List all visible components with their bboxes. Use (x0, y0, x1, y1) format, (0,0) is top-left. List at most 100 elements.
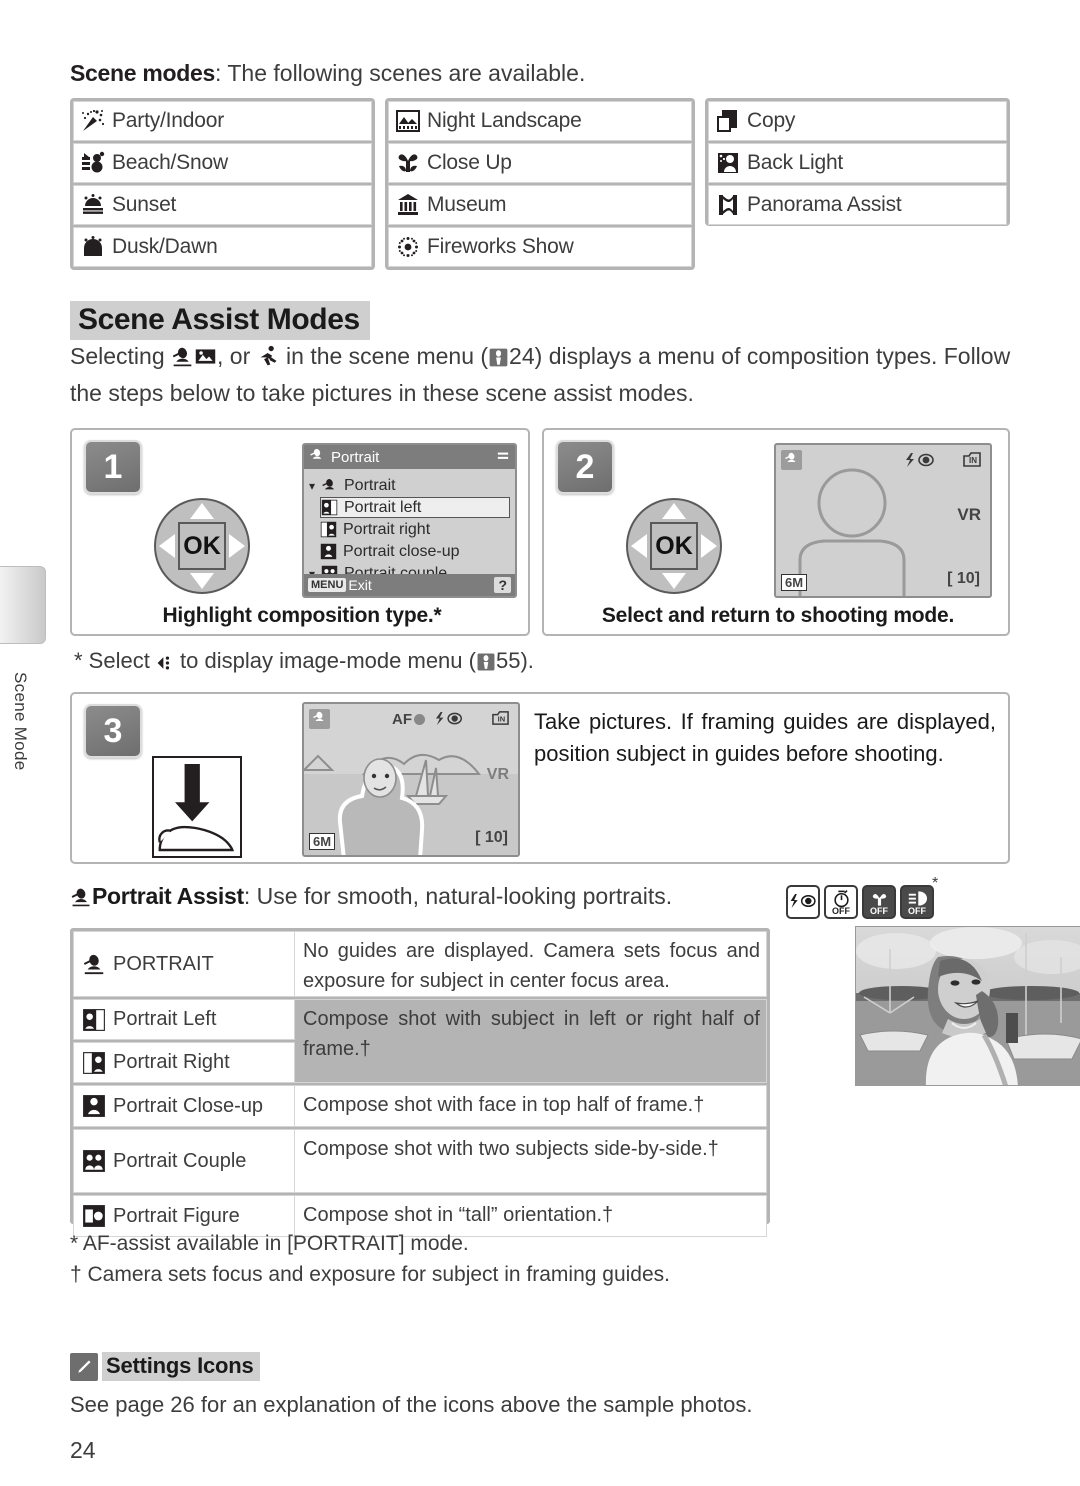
image-size-indicator: 6M (781, 574, 808, 591)
flash-redeye-icon (434, 711, 466, 729)
scene-mode-label: Back Light (747, 151, 844, 174)
ok-button[interactable]: OK (650, 522, 698, 570)
self-timer-state: OFF (832, 906, 850, 916)
lcd-menu-title-bar: Portrait (304, 445, 515, 469)
portrait-assist-heading-rest: : Use for smooth, natural-looking portra… (243, 883, 673, 909)
pencil-icon (70, 1352, 98, 1381)
page-content: Scene modes: The following scenes are av… (70, 0, 1080, 1486)
multi-selector-control[interactable]: OK (626, 498, 722, 594)
af-assist-state: OFF (908, 906, 926, 916)
help-button[interactable]: ? (494, 577, 511, 593)
lcd-menu-footer: MENU Exit ? (304, 574, 515, 596)
multi-selector-down-arrow[interactable] (190, 573, 214, 589)
menu-item-portrait[interactable]: ▾ Portrait (309, 475, 510, 496)
macro-icon: OFF (862, 885, 896, 919)
scene-mode-item[interactable]: Back Light (708, 143, 1007, 183)
menu-item-label: Portrait left (344, 498, 422, 516)
af-indicator: AF (392, 711, 425, 728)
scene-mode-item[interactable]: Museum (388, 185, 692, 225)
lcd-menu-title: Portrait (331, 448, 380, 466)
step-number-badge: 1 (84, 440, 142, 494)
portrait-mode-cell: PORTRAIT (73, 931, 295, 997)
ok-button[interactable]: OK (178, 522, 226, 570)
back-light-icon (715, 150, 741, 176)
table-row[interactable]: Portrait Figure Compose shot in “tall” o… (73, 1195, 767, 1237)
scene-modes-intro: Scene modes: The following scenes are av… (70, 60, 1010, 87)
scene-mode-item[interactable]: Copy (708, 101, 1007, 141)
menu-item-portrait-closeup[interactable]: Portrait close-up (320, 541, 510, 562)
portrait-mode-icon (309, 447, 325, 467)
mode-label: Portrait Figure (113, 1204, 240, 1227)
menu-item-label: Portrait (344, 476, 396, 494)
step-2-block: 2 OK IN VR 6M [10] Select and return to… (542, 428, 1010, 636)
scene-mode-item[interactable]: Close Up (388, 143, 692, 183)
multi-selector-right-arrow[interactable] (229, 534, 245, 558)
section-intro-part-1: Selecting (70, 343, 172, 369)
mode-description: Compose shot with two subjects side-by-s… (295, 1129, 767, 1193)
portrait-closeup-icon (320, 543, 337, 560)
internal-memory-icon: IN (962, 450, 982, 471)
footnote-asterisk: * AF-assist available in [PORTRAIT] mode… (70, 1232, 469, 1255)
multi-selector-control[interactable]: OK (154, 498, 250, 594)
step-number-badge: 2 (556, 440, 614, 494)
vr-indicator: VR (486, 766, 509, 783)
settings-icons-asterisk: * (932, 875, 939, 892)
step-footnote-page-ref: 55 (495, 648, 521, 673)
portrait-left-cell: Portrait Left (73, 999, 295, 1040)
mode-description: Compose shot with face in top half of fr… (295, 1085, 767, 1127)
scene-mode-item[interactable]: Sunset (73, 185, 372, 225)
scene-mode-item[interactable]: Fireworks Show (388, 227, 692, 267)
svg-text:IN: IN (498, 714, 506, 723)
night-landscape-icon (395, 108, 421, 134)
page-number: 24 (70, 1437, 96, 1463)
scene-mode-item[interactable]: Night Landscape (388, 101, 692, 141)
table-row[interactable]: Portrait Couple Compose shot with two su… (73, 1129, 767, 1193)
self-timer-icon: OFF (824, 885, 858, 919)
portrait-left-icon (321, 499, 338, 516)
multi-selector-left-arrow[interactable] (631, 534, 647, 558)
panorama-assist-icon (715, 192, 741, 218)
dusk-dawn-icon (80, 234, 106, 260)
table-row[interactable]: Portrait Left (73, 999, 295, 1040)
scene-modes-intro-rest: : The following scenes are available. (215, 60, 586, 86)
section-intro-part-2: , or (217, 343, 257, 369)
portrait-icon (82, 952, 106, 976)
multi-selector-up-arrow[interactable] (662, 503, 686, 519)
multi-selector-left-icon (156, 652, 174, 678)
mode-label: Portrait Right (113, 1051, 230, 1073)
portrait-right-icon (320, 521, 337, 538)
step-1-block: 1 OK Portrait ▾ Portrait Portrait left P… (70, 428, 530, 636)
help-page-icon (476, 652, 496, 678)
portrait-icon (321, 477, 338, 494)
menu-item-portrait-right[interactable]: Portrait right (320, 519, 510, 540)
scene-mode-label: Night Landscape (427, 109, 582, 132)
mode-label: Portrait Couple (113, 1149, 247, 1172)
scene-modes-column-2: Night Landscape Close Up Museum Firework… (385, 98, 695, 270)
scene-mode-item[interactable]: Panorama Assist (708, 185, 1007, 225)
multi-selector-up-arrow[interactable] (190, 503, 214, 519)
step-2-caption: Select and return to shooting mode. (601, 604, 955, 627)
scene-mode-item[interactable]: Party/Indoor (73, 101, 372, 141)
mode-description: Compose shot in “tall” orientation.† (295, 1195, 767, 1237)
table-row-group-left-right: Portrait Left Portrait Right Compose sho… (73, 999, 767, 1083)
menu-item-portrait-left[interactable]: Portrait left (320, 497, 510, 518)
copy-icon (715, 108, 741, 134)
multi-selector-down-arrow[interactable] (662, 573, 686, 589)
portrait-mode-icon (781, 450, 802, 470)
table-row[interactable]: PORTRAIT No guides are displayed. Camera… (73, 931, 767, 997)
multi-selector-left-arrow[interactable] (159, 534, 175, 558)
scene-mode-label: Party/Indoor (112, 109, 224, 132)
table-row[interactable]: Portrait Right (73, 1042, 295, 1083)
sunset-icon (80, 192, 106, 218)
scene-modes-table: Party/Indoor Beach/Snow Sunset Dusk/Dawn… (70, 98, 1010, 270)
multi-selector-right-arrow[interactable] (701, 534, 717, 558)
section-intro-part-3: in the scene menu ( (279, 343, 489, 369)
scene-mode-item[interactable]: Dusk/Dawn (73, 227, 372, 267)
party-indoor-icon (80, 108, 106, 134)
scene-mode-item[interactable]: Beach/Snow (73, 143, 372, 183)
lcd-scene-menu: Portrait ▾ Portrait Portrait left Portra… (302, 443, 517, 598)
scene-mode-label: Panorama Assist (747, 193, 902, 216)
table-row[interactable]: Portrait Close-up Compose shot with face… (73, 1085, 767, 1127)
scene-mode-label: Dusk/Dawn (112, 235, 218, 258)
portrait-figure-icon (82, 1204, 106, 1228)
